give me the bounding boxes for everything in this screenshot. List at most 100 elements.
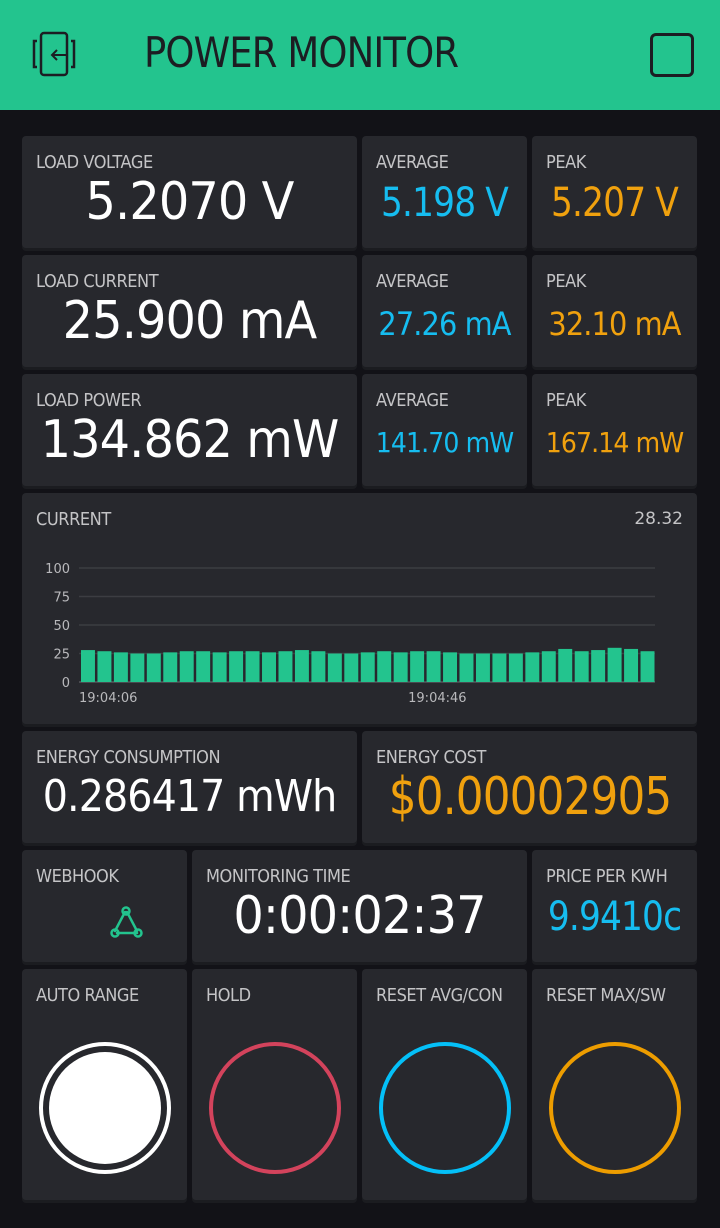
chart-bar xyxy=(130,653,145,682)
square-icon[interactable] xyxy=(650,33,694,77)
webhook-card[interactable]: WEBHOOK xyxy=(22,850,187,962)
chart-bar xyxy=(574,651,589,682)
chart-bar xyxy=(327,653,342,682)
chart-bar xyxy=(377,651,392,682)
chart-bar xyxy=(640,651,655,682)
chart-bar xyxy=(607,647,622,682)
load-voltage-value: 5.2070 V xyxy=(85,172,295,232)
voltage-peak-card: PEAK 5.207 V xyxy=(532,136,697,248)
load-current-card: LOAD CURRENT 25.900 mA xyxy=(22,255,357,367)
energy-consumption-value: 0.286417 mWh xyxy=(42,771,337,822)
price-per-kwh-value: 9.9410c xyxy=(547,894,682,940)
chart-bar xyxy=(245,651,260,682)
x-tick-label: 19:04:06 xyxy=(79,691,137,706)
auto-range-button[interactable] xyxy=(39,1042,171,1174)
y-tick-label: 50 xyxy=(53,619,70,634)
load-voltage-card: LOAD VOLTAGE 5.2070 V xyxy=(22,136,357,248)
chart-bar xyxy=(262,652,276,682)
hold-label: HOLD xyxy=(206,985,251,1006)
current-average-label: AVERAGE xyxy=(376,271,449,292)
webhook-label: WEBHOOK xyxy=(36,866,119,887)
hold-button[interactable] xyxy=(209,1042,341,1174)
energy-consumption-card: ENERGY CONSUMPTION 0.286417 mWh xyxy=(22,731,357,843)
reset-max-sw-button[interactable] xyxy=(549,1042,681,1174)
chart-bar xyxy=(311,651,326,682)
exit-button[interactable] xyxy=(30,30,82,80)
reset-avg-con-card: RESET AVG/CON xyxy=(362,969,527,1200)
voltage-peak-label: PEAK xyxy=(546,152,586,173)
price-per-kwh-card: PRICE PER KWH 9.9410c xyxy=(532,850,697,962)
y-tick-label: 25 xyxy=(53,648,70,663)
current-peak-value: 32.10 mA xyxy=(548,305,681,343)
chart-bar xyxy=(212,652,227,682)
energy-cost-card: ENERGY COST $0.00002905 xyxy=(362,731,697,843)
power-average-card: AVERAGE 141.70 mW xyxy=(362,374,527,486)
power-peak-card: PEAK 167.14 mW xyxy=(532,374,697,486)
voltage-peak-value: 5.207 V xyxy=(551,180,679,226)
power-peak-label: PEAK xyxy=(546,390,586,411)
chart-bar xyxy=(459,653,474,682)
chart-bar xyxy=(508,653,523,682)
energy-cost-label: ENERGY COST xyxy=(376,747,486,768)
chart-bar xyxy=(410,651,425,682)
chart-bar xyxy=(163,652,178,682)
chart-bar xyxy=(360,652,375,682)
y-tick-label: 75 xyxy=(53,591,70,606)
reset-avg-con-label: RESET AVG/CON xyxy=(376,985,503,1006)
chart-bar xyxy=(344,653,359,682)
energy-consumption-label: ENERGY CONSUMPTION xyxy=(36,747,221,768)
chart-bar xyxy=(426,651,441,682)
current-average-value: 27.26 mA xyxy=(378,305,511,343)
load-power-value: 134.862 mW xyxy=(40,410,340,470)
chart-bar xyxy=(294,650,309,682)
current-average-card: AVERAGE 27.26 mA xyxy=(362,255,527,367)
chart-bar xyxy=(278,651,293,682)
chart-bar xyxy=(591,650,606,682)
monitoring-time-card: MONITORING TIME 0:00:02:37 xyxy=(192,850,527,962)
load-power-label: LOAD POWER xyxy=(36,390,142,411)
chart-bar xyxy=(525,652,540,682)
monitoring-time-label: MONITORING TIME xyxy=(206,866,351,887)
price-per-kwh-label: PRICE PER KWH xyxy=(546,866,668,887)
chart-bar xyxy=(443,652,458,682)
webhook-icon xyxy=(110,906,143,938)
hold-card: HOLD xyxy=(192,969,357,1200)
current-bar-chart: 0 25 50 75 100 19:04:06 19:04:46 xyxy=(45,562,655,706)
current-chart-card[interactable]: CURRENT 28.32 0 25 50 75 100 19:04:06 19:04:46 xyxy=(22,493,697,724)
y-tick-label: 100 xyxy=(45,562,70,577)
power-peak-value: 167.14 mW xyxy=(545,426,684,459)
reset-max-sw-label: RESET MAX/SW xyxy=(546,985,666,1006)
load-voltage-label: LOAD VOLTAGE xyxy=(36,152,153,173)
load-current-value: 25.900 mA xyxy=(62,291,318,351)
load-current-label: LOAD CURRENT xyxy=(36,271,159,292)
chart-bar xyxy=(146,653,161,682)
voltage-average-value: 5.198 V xyxy=(381,180,509,226)
auto-range-label: AUTO RANGE xyxy=(36,985,139,1006)
app-header: POWER MONITOR xyxy=(0,0,720,110)
chart-bar xyxy=(475,653,490,682)
auto-range-card: AUTO RANGE xyxy=(22,969,187,1200)
exit-device-icon xyxy=(32,31,76,77)
x-tick-label: 19:04:46 xyxy=(408,691,466,706)
load-power-card: LOAD POWER 134.862 mW xyxy=(22,374,357,486)
current-peak-label: PEAK xyxy=(546,271,586,292)
power-average-value: 141.70 mW xyxy=(375,426,514,459)
chart-bar xyxy=(196,651,211,682)
chart-bar xyxy=(541,651,556,682)
chart-bar xyxy=(492,653,507,682)
chart-bar xyxy=(179,651,194,682)
reset-avg-con-button[interactable] xyxy=(379,1042,511,1174)
auto-range-on-indicator xyxy=(49,1052,161,1164)
monitoring-time-value: 0:00:02:37 xyxy=(233,886,486,946)
chart-bar xyxy=(624,648,639,682)
chart-bar xyxy=(558,648,573,682)
power-average-label: AVERAGE xyxy=(376,390,449,411)
page-title: POWER MONITOR xyxy=(144,28,459,77)
chart-bar xyxy=(113,652,128,682)
voltage-average-card: AVERAGE 5.198 V xyxy=(362,136,527,248)
y-tick-label: 0 xyxy=(62,676,70,691)
chart-bar xyxy=(81,650,95,682)
current-peak-card: PEAK 32.10 mA xyxy=(532,255,697,367)
chart-bar xyxy=(229,651,244,682)
voltage-average-label: AVERAGE xyxy=(376,152,449,173)
